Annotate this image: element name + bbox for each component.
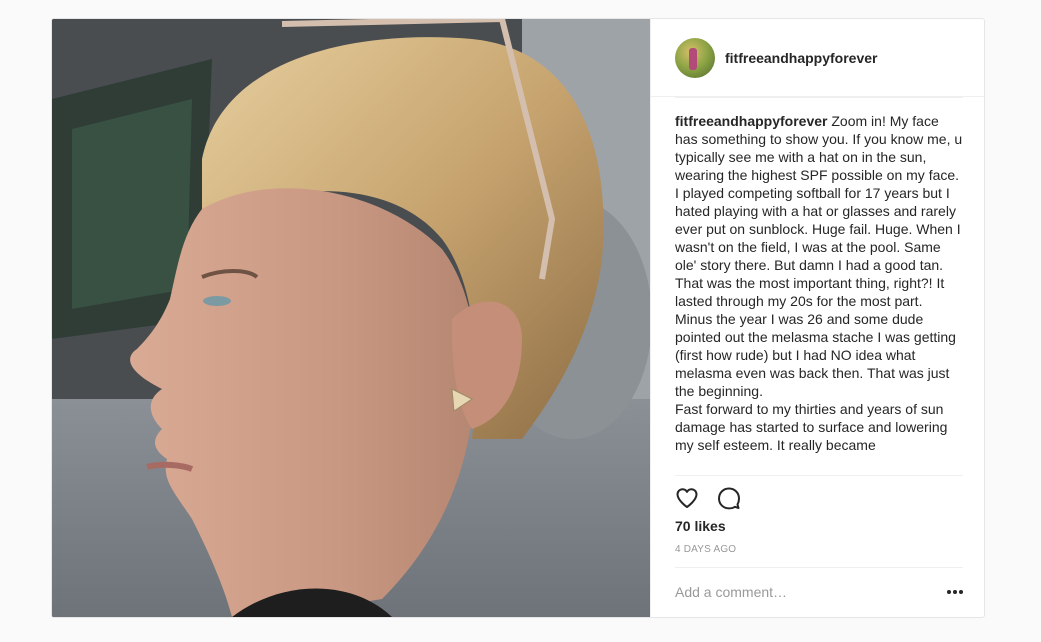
post-header: fitfreeandhappyforever (651, 19, 984, 97)
post-timestamp[interactable]: 4 days ago (675, 544, 736, 555)
selfie-illustration (52, 19, 650, 617)
caption: fitfreeandhappyforever Zoom in! My face … (675, 112, 963, 454)
post-sidebar: fitfreeandhappyforever fitfreeandhappyfo… (650, 19, 984, 617)
caption-text: Zoom in! My face has something to show y… (675, 113, 963, 453)
heart-icon (676, 488, 698, 508)
header-username[interactable]: fitfreeandhappyforever (725, 50, 877, 66)
action-icons (673, 484, 743, 512)
post-photo[interactable] (52, 19, 650, 617)
comment-button[interactable] (715, 484, 743, 512)
caption-username[interactable]: fitfreeandhappyforever (675, 113, 827, 129)
comment-icon (718, 487, 740, 510)
more-options-icon (947, 589, 951, 594)
avatar[interactable] (675, 37, 715, 78)
like-button[interactable] (673, 484, 701, 512)
more-options-button[interactable] (939, 580, 963, 604)
comment-input[interactable] (675, 583, 915, 600)
likes-count[interactable]: 70 likes (675, 518, 726, 534)
caption-area[interactable]: fitfreeandhappyforever Zoom in! My face … (675, 97, 963, 475)
comment-bar (675, 567, 963, 615)
post-card: fitfreeandhappyforever fitfreeandhappyfo… (51, 18, 985, 618)
